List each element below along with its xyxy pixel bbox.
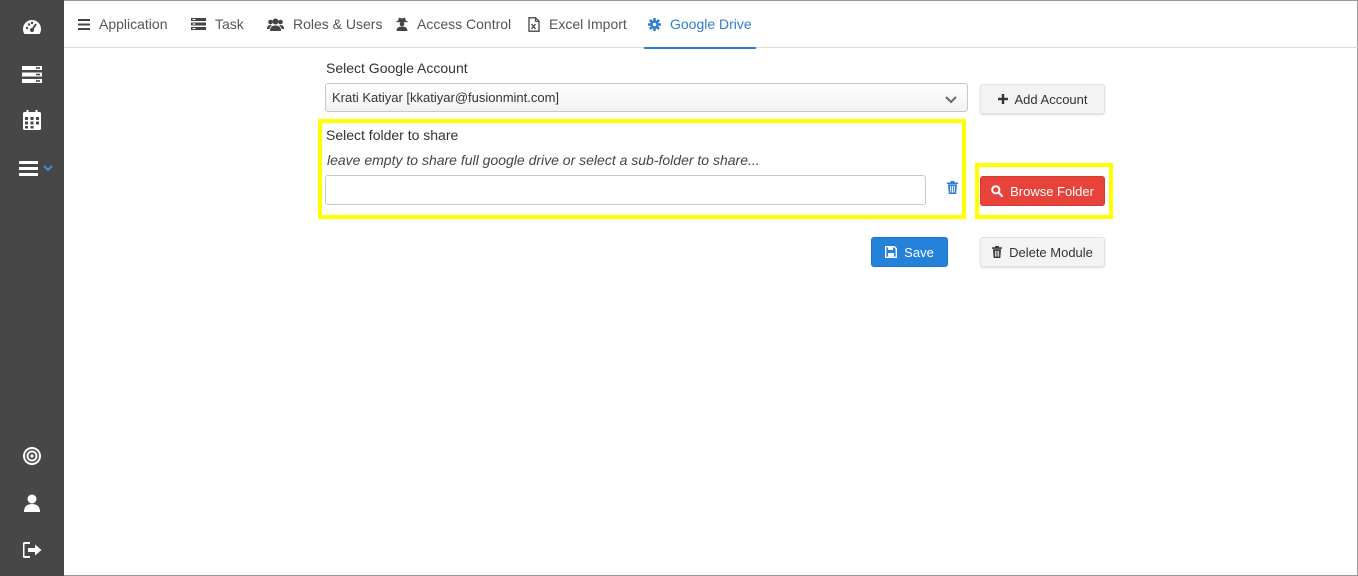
tab-task[interactable]: Task [191, 0, 244, 48]
excel-file-icon [528, 16, 540, 32]
clear-folder-button[interactable] [945, 181, 959, 199]
menu-icon [19, 160, 38, 176]
folder-label: Select folder to share [326, 127, 459, 143]
calendar-icon [23, 110, 41, 130]
delete-module-label: Delete Module [1009, 244, 1093, 260]
module-tabs: Application Task Roles & Users Access Co… [64, 0, 1358, 49]
target-button[interactable] [0, 436, 64, 476]
tab-label: Task [215, 16, 244, 32]
floppy-disk-icon [885, 246, 898, 258]
user-secret-icon [396, 17, 408, 31]
sign-out-icon [22, 542, 42, 558]
search-icon [991, 185, 1004, 197]
users-icon [267, 18, 284, 31]
google-account-select[interactable]: Krati Katiyar [kkatiyar@fusionmint.com] [325, 83, 968, 112]
browse-folder-button[interactable]: Browse Folder [980, 176, 1105, 206]
select-value: Krati Katiyar [kkatiyar@fusionmint.com] [332, 90, 560, 105]
tab-access-control[interactable]: Access Control [396, 0, 511, 48]
chevron-down-icon [43, 164, 53, 172]
calendar-button[interactable] [0, 100, 64, 140]
plus-icon [997, 94, 1008, 104]
add-account-label: Add Account [1014, 91, 1088, 107]
tab-google-drive[interactable]: Google Drive [644, 0, 756, 49]
tab-label: Application [99, 16, 168, 32]
profile-button[interactable] [0, 483, 64, 523]
account-label: Select Google Account [326, 60, 468, 76]
tasks-icon [191, 18, 206, 30]
add-account-button[interactable]: Add Account [980, 84, 1105, 114]
tab-label: Google Drive [670, 16, 752, 32]
tab-label: Roles & Users [293, 16, 383, 32]
save-label: Save [904, 244, 934, 260]
tab-application[interactable]: Application [78, 0, 168, 48]
user-icon [24, 494, 40, 512]
tab-label: Access Control [417, 16, 512, 32]
save-button[interactable]: Save [871, 237, 948, 267]
tab-excel-import[interactable]: Excel Import [528, 0, 627, 48]
server-button[interactable] [0, 54, 64, 94]
menu-button[interactable] [0, 148, 64, 188]
tab-roles-users[interactable]: Roles & Users [267, 0, 382, 48]
sign-out-button[interactable] [0, 530, 64, 570]
delete-module-button[interactable]: Delete Module [980, 237, 1105, 267]
dashboard-icon [22, 18, 42, 36]
trash-icon [946, 181, 958, 199]
gear-icon [648, 17, 661, 31]
dashboard-button[interactable] [0, 7, 64, 47]
sidebar [0, 0, 64, 576]
folder-path-input[interactable] [325, 175, 926, 205]
chevron-down-icon [945, 92, 957, 107]
list-icon [78, 18, 90, 30]
browse-folder-label: Browse Folder [1010, 183, 1094, 199]
trash-icon [992, 246, 1003, 258]
folder-hint: leave empty to share full google drive o… [327, 152, 760, 168]
tab-label: Excel Import [549, 16, 627, 32]
target-icon [23, 447, 41, 465]
server-icon [22, 65, 42, 83]
